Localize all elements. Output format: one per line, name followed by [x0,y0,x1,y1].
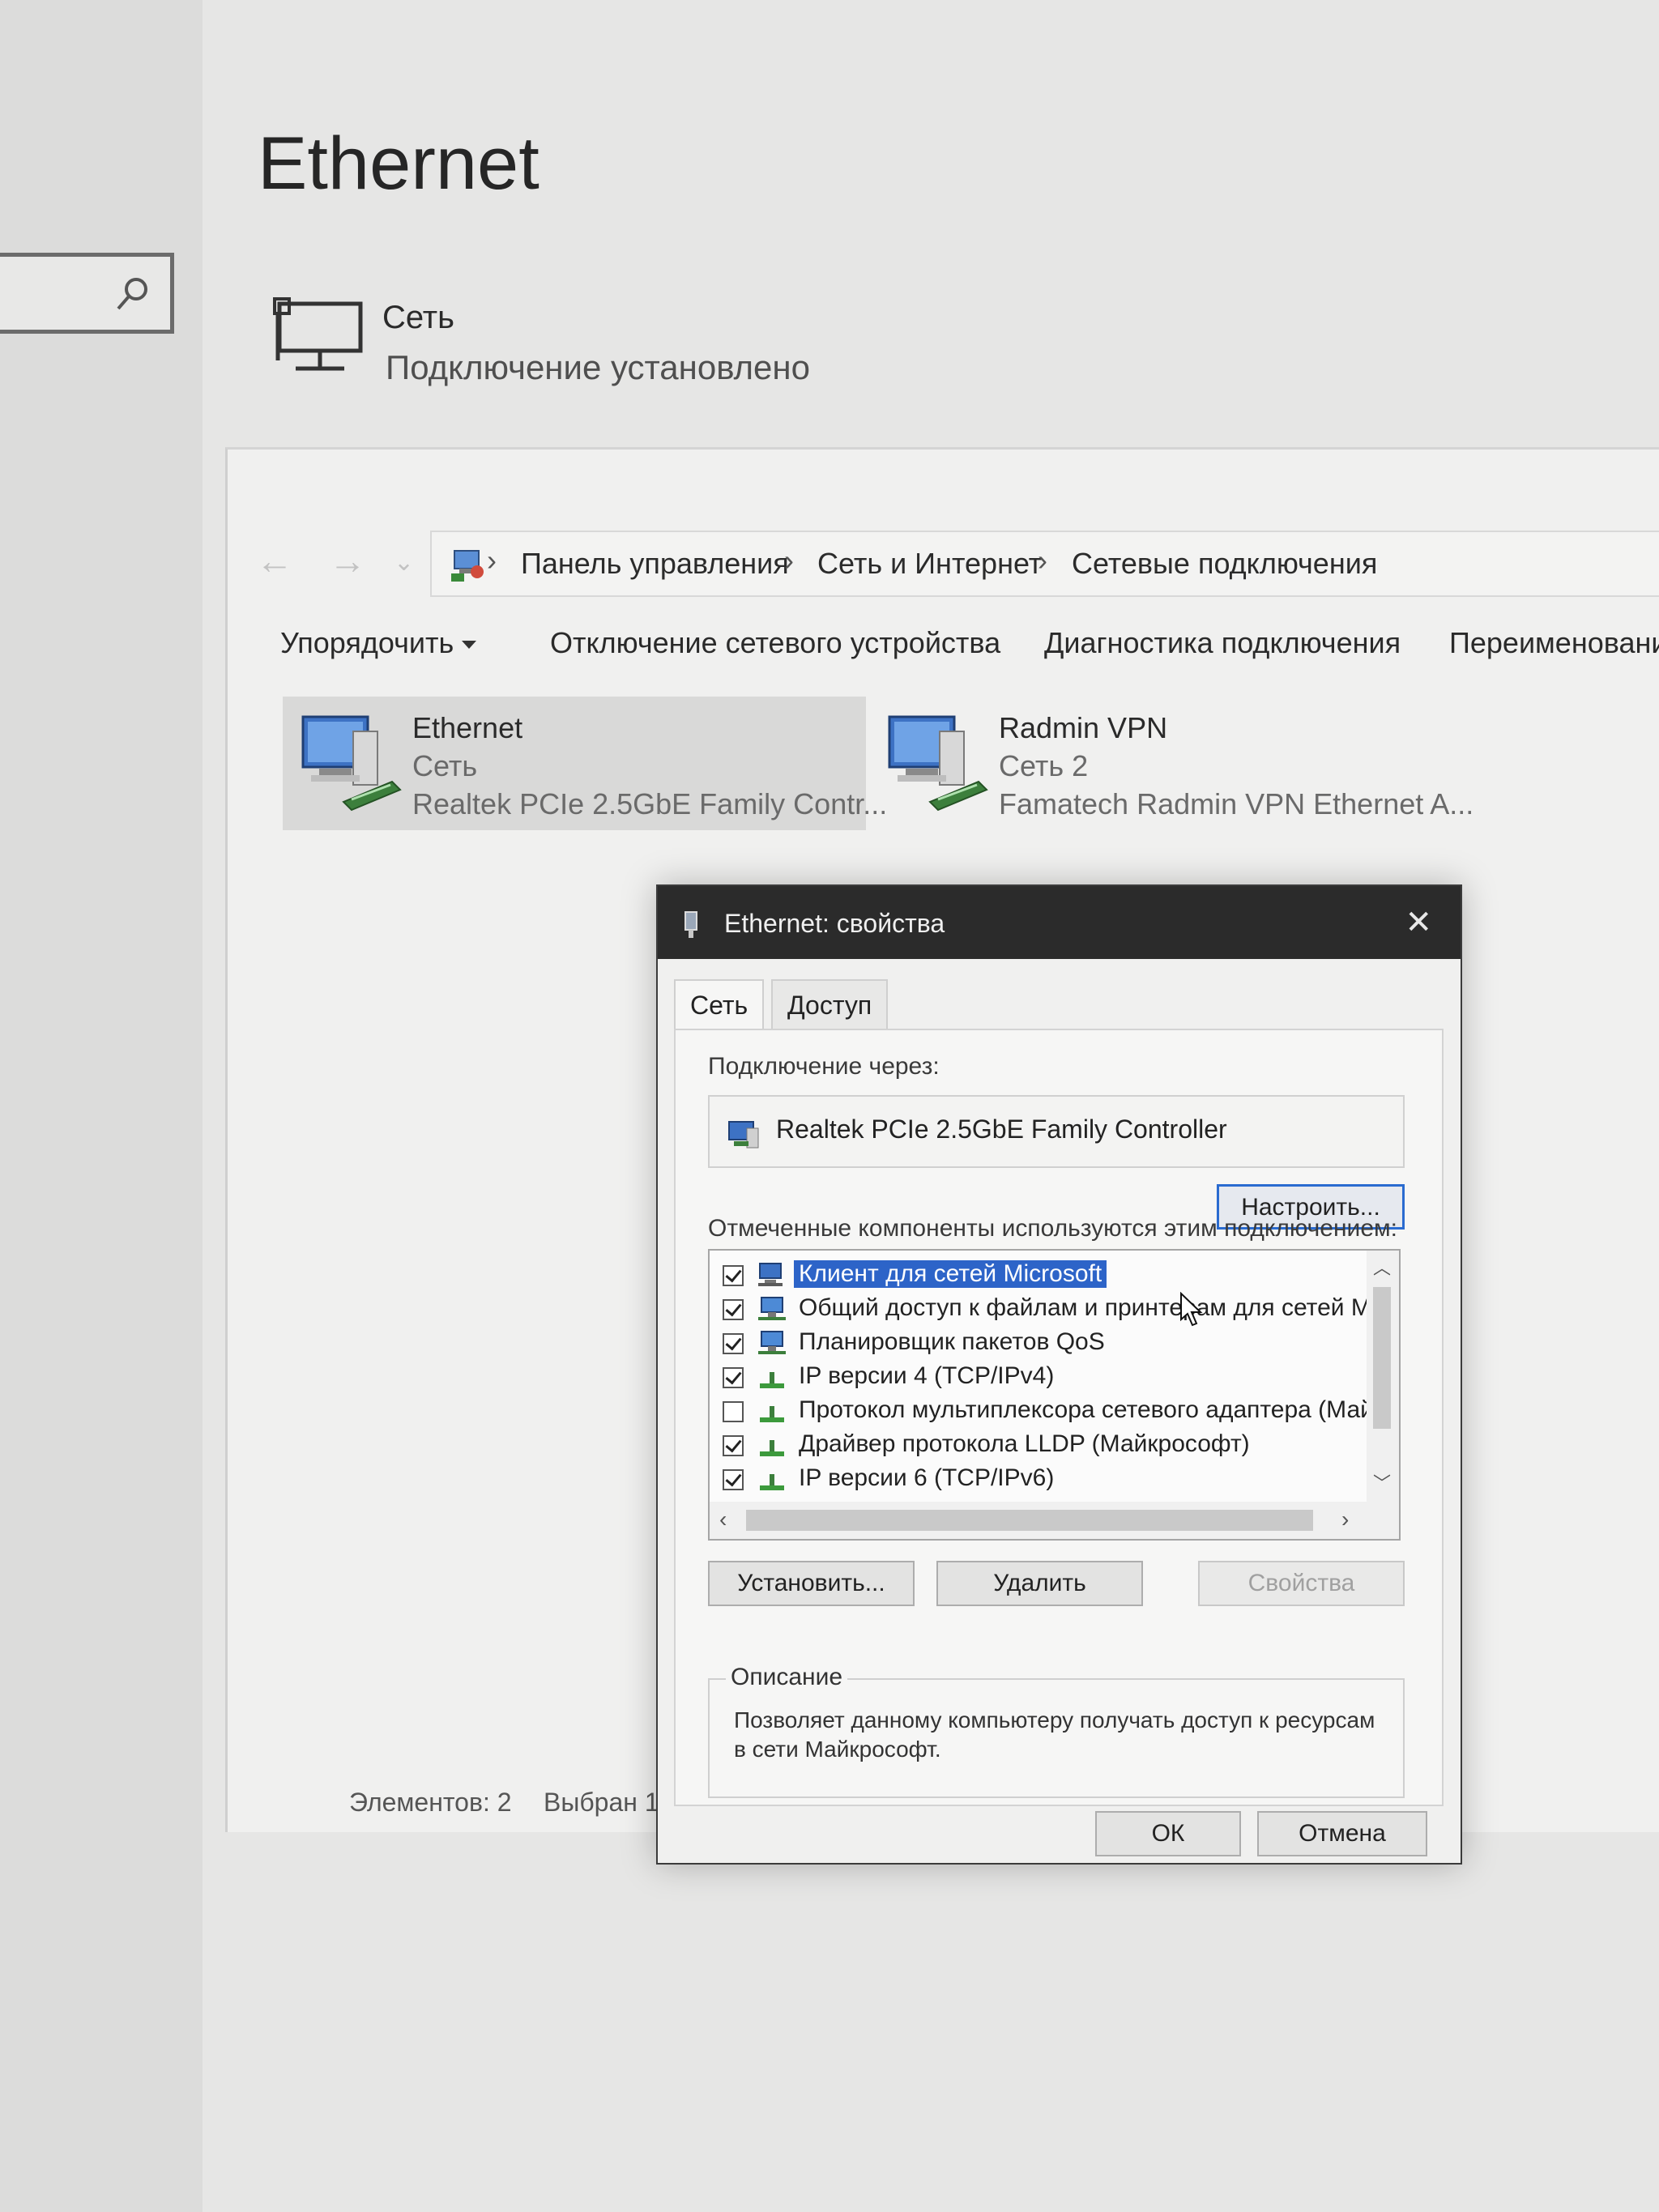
description-group: Описание Позволяет данному компьютеру по… [708,1664,1405,1798]
scroll-thumb[interactable] [1373,1287,1391,1429]
navigation-row: ← → ⌄ › Панель управления › Сеть и Интер… [228,531,1659,603]
vertical-scrollbar[interactable]: ︿ ﹀ [1367,1251,1399,1502]
connection-item-radmin-vpn[interactable]: Radmin VPN Сеть 2 Famatech Radmin VPN Et… [869,697,1473,830]
search-icon [117,278,147,310]
ethernet-properties-dialog: Ethernet: свойства ✕ Сеть Доступ Подключ… [656,884,1462,1865]
connect-using-label: Подключение через: [708,1053,940,1080]
breadcrumb-network-connections[interactable]: Сетевые подключения [1072,547,1377,581]
network-client-icon [758,1263,783,1286]
component-checkbox[interactable] [723,1299,744,1320]
dropdown-caret-icon [462,641,477,650]
command-bar: Упорядочить Отключение сетевого устройст… [228,612,1659,676]
components-label: Отмеченные компоненты используются этим … [708,1215,1397,1242]
component-label: IP версии 6 (TCP/IPv6) [799,1464,1055,1491]
horizontal-scrollbar[interactable]: ‹ › [710,1502,1399,1539]
list-item[interactable]: IP версии 6 (TCP/IPv6) [710,1461,1350,1495]
network-service-icon [758,1297,786,1320]
component-checkbox[interactable] [723,1401,744,1422]
scroll-right-icon[interactable]: › [1341,1507,1349,1532]
protocol-icon [760,1406,784,1422]
control-panel-icon [451,550,484,582]
list-item[interactable]: Общий доступ к файлам и принтерам для се… [710,1291,1377,1325]
connection-item-ethernet[interactable]: Ethernet Сеть Realtek PCIe 2.5GbE Family… [283,697,887,830]
breadcrumb-network-internet[interactable]: Сеть и Интернет [817,547,1042,581]
network-adapter-icon [301,715,402,812]
breadcrumb-separator-icon: › [784,543,794,577]
network-name: Сеть [382,300,454,335]
network-tab-panel: Подключение через: Realtek PCIe 2.5GbE F… [674,1029,1444,1806]
description-text: Позволяет данному компьютеру получать до… [734,1707,1375,1762]
components-list[interactable]: Клиент для сетей Microsoft Общий доступ … [708,1249,1401,1541]
install-button[interactable]: Установить... [708,1561,915,1606]
protocol-icon [760,1474,784,1490]
component-label: Протокол мультиплексора сетевого адаптер… [799,1396,1374,1423]
list-item[interactable]: Клиент для сетей Microsoft [710,1257,1350,1291]
connection-network: Сеть 2 [999,749,1089,782]
connection-name: Radmin VPN [999,711,1168,744]
scroll-down-icon[interactable]: ﹀ [1373,1469,1391,1495]
ok-button[interactable]: ОК [1095,1811,1241,1856]
scroll-left-icon[interactable]: ‹ [719,1507,727,1532]
forward-arrow-icon[interactable]: → [329,539,366,582]
component-label: Клиент для сетей Microsoft [794,1260,1107,1288]
protocol-icon [760,1440,784,1456]
network-adapter-icon [728,1121,759,1149]
address-bar[interactable]: › Панель управления › Сеть и Интернет › … [430,531,1659,597]
settings-search-box[interactable] [0,253,174,334]
list-item[interactable]: Планировщик пакетов QoS [710,1325,1350,1359]
list-item[interactable]: Протокол мультиплексора сетевого адаптер… [710,1393,1374,1427]
breadcrumb-separator-icon: › [487,543,497,577]
cancel-button[interactable]: Отмена [1257,1811,1427,1856]
connection-name: Ethernet [412,711,523,744]
breadcrumb-control-panel[interactable]: Панель управления [521,547,789,581]
component-checkbox[interactable] [723,1333,744,1354]
list-item[interactable]: IP версии 4 (TCP/IPv4) [710,1359,1350,1393]
protocol-icon [760,1372,784,1388]
network-status: Подключение установлено [386,348,810,386]
connection-device: Famatech Radmin VPN Ethernet A... [999,787,1474,820]
disable-device-button[interactable]: Отключение сетевого устройства [550,626,1000,660]
back-arrow-icon[interactable]: ← [256,539,293,582]
list-item[interactable]: Драйвер протокола LLDP (Майкрософт) [710,1427,1350,1461]
component-checkbox[interactable] [723,1367,744,1388]
breadcrumb-separator-icon: › [1038,543,1047,577]
dialog-title: Ethernet: свойства [724,909,945,938]
connection-device: Realtek PCIe 2.5GbE Family Contr... [412,787,888,820]
page-title: Ethernet [258,122,539,205]
connection-network: Сеть [412,749,478,782]
network-adapter-icon [888,715,988,812]
recent-chevron-icon[interactable]: ⌄ [394,548,414,577]
rename-connection-button[interactable]: Переименование [1449,626,1659,660]
scroll-up-icon[interactable]: ︿ [1373,1254,1391,1280]
item-count: Элементов: 2 [349,1788,512,1817]
description-label: Описание [726,1664,848,1691]
component-checkbox[interactable] [723,1469,744,1490]
diagnose-connection-button[interactable]: Диагностика подключения [1044,626,1401,660]
component-label: Драйвер протокола LLDP (Майкрософт) [799,1430,1250,1457]
close-icon[interactable]: ✕ [1405,904,1432,941]
network-adapter-icon [684,911,697,938]
settings-sidebar [0,0,203,2212]
dialog-title-bar[interactable]: Ethernet: свойства ✕ [658,886,1461,959]
component-label: Планировщик пакетов QoS [799,1328,1105,1355]
organize-label: Упорядочить [280,626,454,659]
component-label: IP версии 4 (TCP/IPv4) [799,1362,1055,1389]
wired-network-icon [273,297,363,371]
component-checkbox[interactable] [723,1265,744,1286]
component-label: Общий доступ к файлам и принтерам для се… [799,1294,1377,1321]
adapter-name: Realtek PCIe 2.5GbE Family Controller [776,1115,1227,1144]
uninstall-button[interactable]: Удалить [936,1561,1143,1606]
properties-button[interactable]: Свойства [1198,1561,1405,1606]
mouse-cursor-icon [1180,1292,1203,1327]
scroll-thumb[interactable] [746,1510,1313,1531]
adapter-field: Realtek PCIe 2.5GbE Family Controller [708,1095,1405,1168]
network-service-icon [758,1331,786,1354]
tab-network[interactable]: Сеть [674,979,765,1033]
component-checkbox[interactable] [723,1435,744,1456]
organize-menu-button[interactable]: Упорядочить [280,626,477,660]
tab-sharing[interactable]: Доступ [771,979,889,1029]
